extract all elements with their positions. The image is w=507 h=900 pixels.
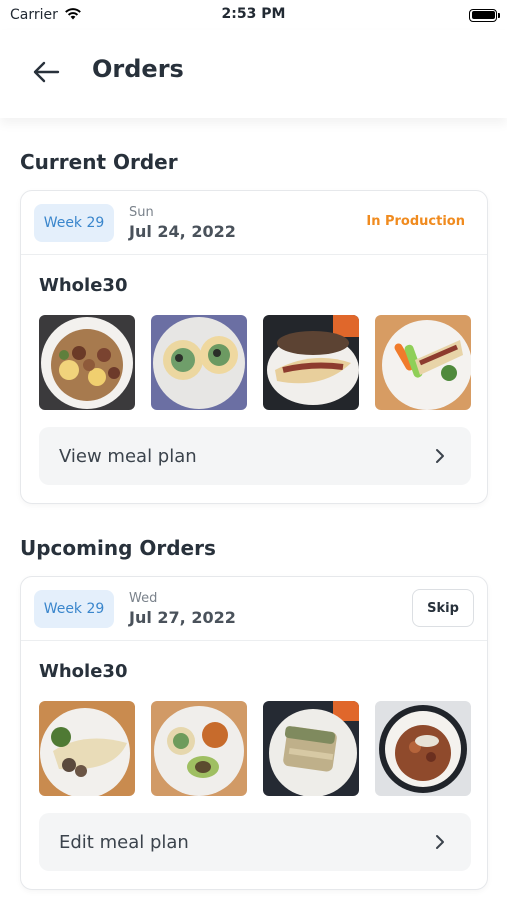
- edit-meal-plan-label: Edit meal plan: [59, 831, 189, 853]
- meal-thumbnails: [39, 315, 471, 410]
- nav-header: Orders: [0, 30, 507, 118]
- back-button[interactable]: [30, 56, 62, 88]
- plan-name: Whole30: [39, 275, 128, 296]
- wifi-icon: [64, 7, 82, 24]
- meal-image[interactable]: [375, 315, 471, 410]
- chevron-right-icon: [436, 449, 444, 463]
- plan-name: Whole30: [39, 661, 128, 682]
- status-badge: In Production: [366, 214, 465, 229]
- arrow-left-icon: [33, 61, 60, 83]
- meal-image[interactable]: [151, 701, 247, 796]
- delivery-date: Jul 24, 2022: [129, 222, 236, 241]
- upcoming-orders-heading: Upcoming Orders: [20, 536, 216, 560]
- skip-button[interactable]: Skip: [412, 589, 474, 627]
- meal-image[interactable]: [39, 315, 135, 410]
- chevron-right-icon: [436, 835, 444, 849]
- edit-meal-plan-button[interactable]: Edit meal plan: [39, 813, 471, 871]
- week-badge: Week 29: [34, 204, 114, 242]
- meal-image[interactable]: [39, 701, 135, 796]
- battery-icon: [469, 8, 500, 22]
- carrier-group: Carrier: [10, 7, 82, 24]
- view-meal-plan-label: View meal plan: [59, 445, 197, 467]
- current-order-heading: Current Order: [20, 150, 178, 174]
- delivery-day: Sun: [129, 205, 154, 220]
- meal-image[interactable]: [375, 701, 471, 796]
- meal-image[interactable]: [263, 701, 359, 796]
- view-meal-plan-button[interactable]: View meal plan: [39, 427, 471, 485]
- week-badge: Week 29: [34, 590, 114, 628]
- carrier-label: Carrier: [10, 7, 58, 23]
- upcoming-order-card: Week 29 Wed Jul 27, 2022 Skip Whole30 Ed…: [20, 576, 488, 890]
- meal-image[interactable]: [151, 315, 247, 410]
- order-card-header: Week 29 Sun Jul 24, 2022 In Production: [21, 191, 487, 255]
- meal-image[interactable]: [263, 315, 359, 410]
- meal-thumbnails: [39, 701, 471, 796]
- delivery-date: Jul 27, 2022: [129, 608, 236, 627]
- page-title: Orders: [92, 55, 184, 83]
- order-card-header: Week 29 Wed Jul 27, 2022 Skip: [21, 577, 487, 641]
- delivery-day: Wed: [129, 591, 158, 606]
- current-order-card: Week 29 Sun Jul 24, 2022 In Production W…: [20, 190, 488, 504]
- status-bar: Carrier 2:53 PM: [0, 0, 507, 30]
